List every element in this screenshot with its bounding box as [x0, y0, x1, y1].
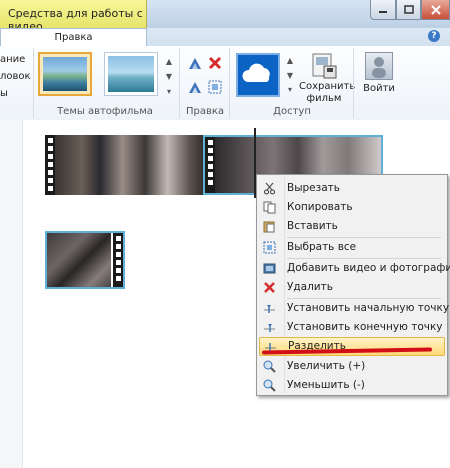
- ribbon-separator: [179, 48, 180, 118]
- select-all-icon[interactable]: [208, 80, 222, 94]
- group-label-themes: Темы автофильма: [57, 106, 153, 117]
- menu-item-label: Выбрать все: [287, 241, 357, 253]
- delete-icon[interactable]: [208, 56, 222, 70]
- clip-thumbnail: [47, 233, 111, 287]
- menu-item-add-media[interactable]: Добавить видео и фотографии: [259, 259, 450, 278]
- menu-item-label: Удалить: [287, 281, 333, 293]
- group-label-edit: Правка: [185, 106, 225, 117]
- copy-icon: [263, 201, 276, 214]
- menu-item-select-all[interactable]: Выбрать все: [259, 238, 445, 257]
- ribbon-separator: [353, 48, 354, 118]
- gallery-more-icon[interactable]: ▾: [164, 85, 174, 98]
- menu-item-label: Установить начальную точку: [287, 302, 450, 314]
- set-start-point-icon: [264, 305, 275, 313]
- rotate-left-icon[interactable]: [188, 56, 202, 70]
- menu-item-label: Добавить видео и фотографии: [287, 262, 450, 274]
- signin-button[interactable]: Войти: [359, 50, 399, 106]
- menu-item-cut[interactable]: Вырезать: [259, 179, 445, 198]
- menu-item-zoom-out[interactable]: Уменьшить (-): [259, 376, 445, 395]
- cloud-icon: [242, 63, 270, 82]
- chevron-up-icon: ▲: [286, 56, 294, 65]
- menu-item-label: Вставить: [287, 220, 338, 232]
- chevron-down-icon: ▼: [286, 70, 294, 80]
- preview-panel-edge[interactable]: [0, 120, 23, 468]
- save-movie-label: Сохранить фильм: [299, 81, 356, 104]
- save-movie-icon: [312, 53, 337, 79]
- group-label-access: Доступ: [273, 106, 311, 117]
- menu-item-label: Установить конечную точку: [287, 321, 443, 333]
- maximize-icon: [403, 5, 414, 14]
- close-button[interactable]: [421, 0, 450, 20]
- ribbon-cut-label-3[interactable]: ы: [0, 88, 8, 99]
- help-icon[interactable]: ?: [428, 30, 440, 42]
- autofilm-theme-1[interactable]: [38, 52, 92, 96]
- gallery-down-icon[interactable]: ▼: [164, 70, 174, 83]
- video-clip-1[interactable]: [45, 135, 205, 195]
- menu-item-zoom-in[interactable]: Увеличить (+): [259, 357, 445, 376]
- ribbon-cut-label-2[interactable]: ловок: [0, 71, 31, 82]
- autofilm-theme-2[interactable]: [104, 52, 158, 96]
- ribbon-separator: [33, 48, 34, 118]
- access-dropdown[interactable]: ▲ ▼ ▾: [285, 56, 295, 94]
- menu-item-label: Увеличить (+): [287, 360, 366, 372]
- signin-label: Войти: [363, 83, 395, 94]
- gallery-up-icon[interactable]: ▲: [164, 55, 174, 68]
- clip-thumbnail: [55, 135, 205, 195]
- maximize-button[interactable]: [396, 0, 421, 20]
- minimize-icon: [379, 10, 387, 13]
- minimize-button[interactable]: [370, 0, 396, 20]
- add-media-icon: [263, 263, 276, 274]
- more-icon: ▾: [287, 85, 292, 94]
- menu-item-label: Уменьшить (-): [287, 379, 365, 391]
- set-end-point-icon: [264, 324, 275, 332]
- onedrive-button[interactable]: [236, 53, 280, 97]
- zoom-out-icon: [263, 379, 276, 392]
- rotate-right-icon[interactable]: [188, 80, 202, 94]
- context-menu: Вырезать Копировать Вставить Выбрать все…: [256, 174, 450, 396]
- menu-item-copy[interactable]: Копировать: [259, 198, 445, 217]
- tab-edit[interactable]: Правка: [0, 28, 147, 47]
- menu-item-label: Копировать: [287, 201, 353, 213]
- scissors-icon: [264, 182, 275, 195]
- menu-item-set-start[interactable]: Установить начальную точку: [259, 299, 449, 318]
- context-tab-title: Средства для работы с видео: [0, 0, 147, 33]
- ribbon-separator: [229, 48, 230, 118]
- save-movie-button[interactable]: Сохранить фильм: [299, 50, 356, 106]
- paste-icon: [263, 221, 275, 233]
- video-clip-3[interactable]: [45, 231, 125, 289]
- zoom-in-icon: [263, 360, 276, 373]
- menu-item-paste[interactable]: Вставить: [259, 217, 445, 236]
- delete-icon: [264, 282, 275, 293]
- menu-item-label: Вырезать: [287, 182, 340, 194]
- ribbon-cut-label-1[interactable]: ание: [0, 54, 25, 65]
- menu-item-set-end[interactable]: Установить конечную точку: [259, 318, 445, 337]
- close-icon: [430, 4, 441, 15]
- select-all-icon: [263, 241, 276, 254]
- user-icon: [365, 52, 393, 80]
- menu-item-delete[interactable]: Удалить: [259, 278, 445, 297]
